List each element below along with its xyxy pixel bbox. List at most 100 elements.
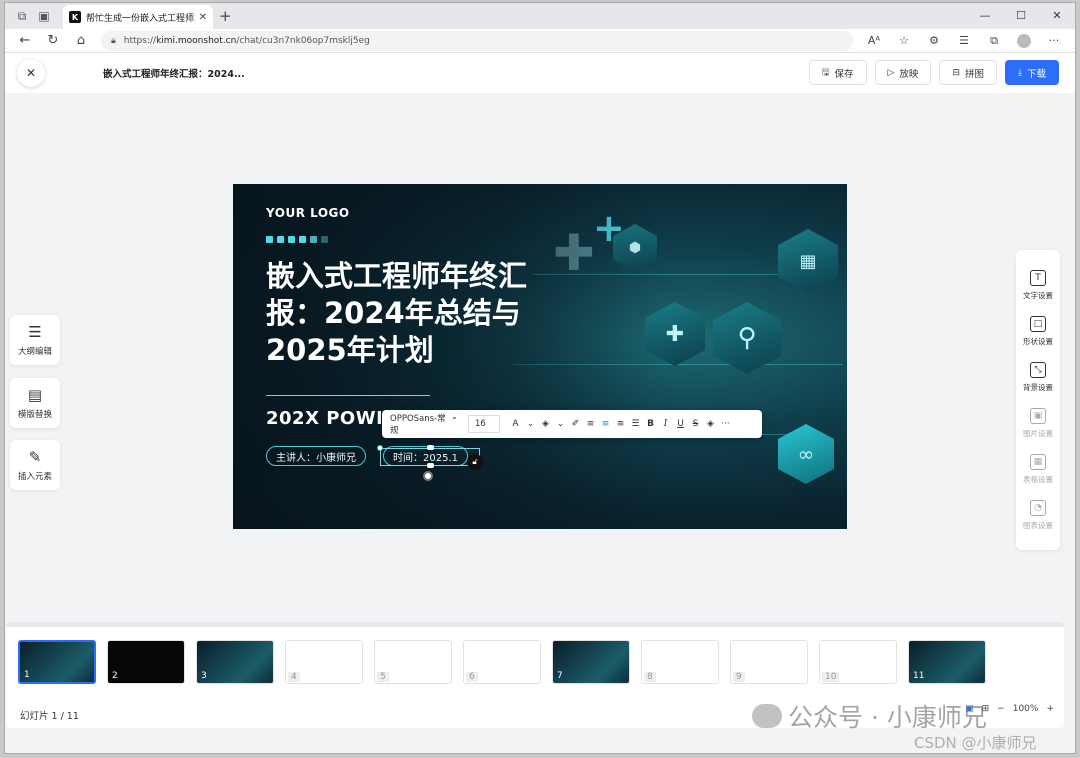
text-format-toolbar: OPPOSans-常规 ⌄ 16 A ⌄ ◈ ⌄ ✐ ≡ ≡ ≡ ☰ B I U … xyxy=(382,410,762,438)
highlight-icon[interactable]: ✐ xyxy=(568,419,583,429)
collage-button[interactable]: ⊟ 拼图 xyxy=(939,60,997,85)
maximize-icon[interactable]: ☐ xyxy=(1003,3,1039,27)
layers-icon[interactable]: ◈ xyxy=(703,419,718,429)
url-prefix: https:// xyxy=(123,35,157,46)
wechat-logo-icon xyxy=(752,704,782,728)
text-settings-button[interactable]: T 文字设置 xyxy=(1016,270,1060,301)
resize-handle[interactable] xyxy=(377,445,383,451)
fill-color-icon[interactable]: ◈ xyxy=(538,419,553,429)
url-domain: kimi.moonshot.cn xyxy=(156,35,237,46)
thumbnail-number: 6 xyxy=(466,672,478,682)
save-button[interactable]: 🖫︎ 保存 xyxy=(808,60,867,85)
wechat-watermark-text: 公众号 · 小康师兄 xyxy=(788,703,987,732)
back-icon[interactable]: ← xyxy=(11,33,39,48)
slide-thumbnail-5[interactable]: 5 xyxy=(374,640,452,684)
home-icon[interactable]: ⌂ xyxy=(67,33,95,48)
slide-thumbnail-10[interactable]: 10 xyxy=(819,640,897,684)
zoom-out-icon[interactable]: − xyxy=(997,704,1005,714)
download-button[interactable]: ⤓ 下载 xyxy=(1005,60,1059,85)
more-options-icon[interactable]: ··· xyxy=(718,419,733,429)
window-controls: — ☐ ✕ xyxy=(967,3,1075,27)
outline-edit-button[interactable]: ☰ 大纲编辑 xyxy=(10,315,60,365)
table-settings-button[interactable]: ▦ 表格设置 xyxy=(1016,454,1060,485)
profile-avatar[interactable] xyxy=(1009,33,1039,48)
tab-actions-icon[interactable]: ▣ xyxy=(33,5,55,27)
insert-element-button[interactable]: ✎ 插入元素 xyxy=(10,440,60,490)
slide-dots xyxy=(266,236,328,243)
read-aloud-icon[interactable]: Aᴬ xyxy=(859,34,889,48)
template-replace-button[interactable]: ▤ 模版替换 xyxy=(10,378,60,428)
slide-thumbnail-7[interactable]: 7 xyxy=(552,640,630,684)
close-editor-button[interactable]: ✕ xyxy=(17,59,45,87)
template-replace-label: 模版替换 xyxy=(17,410,52,420)
rotate-handle-icon[interactable] xyxy=(423,471,433,481)
minimize-icon[interactable]: — xyxy=(967,3,1003,27)
presenter-pill[interactable]: 主讲人：小康师兄 xyxy=(266,446,366,466)
font-select[interactable]: OPPOSans-常规 ⌄ xyxy=(390,412,464,436)
strip-resize-bar[interactable] xyxy=(6,622,1064,627)
thumbnail-number: 5 xyxy=(377,672,389,682)
lock-icon[interactable]: 🔓︎ xyxy=(467,454,483,470)
tab-title: 帮忙生成一份嵌入式工程师2024 xyxy=(86,13,195,24)
favorites-icon[interactable]: ☰ xyxy=(949,34,979,48)
favorite-add-icon[interactable]: ☆ xyxy=(889,34,919,48)
strikethrough-icon[interactable]: S xyxy=(688,419,703,429)
close-tab-icon[interactable]: ✕ xyxy=(199,12,207,23)
chevron-down-icon[interactable]: ⌄ xyxy=(523,419,538,429)
chevron-down-icon[interactable]: ⌄ xyxy=(553,419,568,429)
thumbnail-number: 8 xyxy=(644,672,656,682)
slide-thumbnail-6[interactable]: 6 xyxy=(463,640,541,684)
align-center-icon[interactable]: ≡ xyxy=(598,419,613,429)
align-right-icon[interactable]: ≡ xyxy=(613,419,628,429)
thumbnail-number: 1 xyxy=(24,670,30,680)
slide-thumbnail-9[interactable]: 9 xyxy=(730,640,808,684)
background-icon: ⤡ xyxy=(1030,362,1046,378)
presenter-text: 主讲人：小康师兄 xyxy=(276,452,356,464)
resize-handle[interactable] xyxy=(427,463,434,468)
new-tab-icon[interactable]: + xyxy=(219,7,232,25)
slide-thumbnail-4[interactable]: 4 xyxy=(285,640,363,684)
chart-settings-label: 图表设置 xyxy=(1023,521,1053,530)
slide-thumbnail-11[interactable]: 11 xyxy=(908,640,986,684)
close-window-icon[interactable]: ✕ xyxy=(1039,3,1075,27)
zoom-in-icon[interactable]: + xyxy=(1046,704,1054,714)
align-justify-icon[interactable]: ☰ xyxy=(628,419,643,429)
slide-logo[interactable]: YOUR LOGO xyxy=(266,206,350,220)
save-label: 保存 xyxy=(834,68,854,80)
url-field[interactable]: 🔒︎ https:// kimi.moonshot.cn /chat/cu3n7… xyxy=(101,30,853,51)
font-size-input[interactable]: 16 xyxy=(468,415,500,433)
slide-canvas[interactable]: + ✚ ⬢ ▦ ✚ ⚲ ∞ YOUR LOGO 嵌入式工程师年终汇 报：2024… xyxy=(233,184,847,529)
bold-icon[interactable]: B xyxy=(643,419,658,429)
chart-settings-button[interactable]: ◔ 图表设置 xyxy=(1016,500,1060,531)
url-path: /chat/cu3n7nk06op7msklj5eg xyxy=(236,35,370,46)
slide-thumbnail-3[interactable]: 3 xyxy=(196,640,274,684)
shape-settings-button[interactable]: □ 形状设置 xyxy=(1016,316,1060,347)
slide-subtitle[interactable]: 202X POWE xyxy=(266,408,381,429)
extensions-icon[interactable]: ⚙ xyxy=(919,34,949,48)
browser-tab[interactable]: K 帮忙生成一份嵌入式工程师2024 ✕ xyxy=(63,5,213,29)
refresh-icon[interactable]: ↻ xyxy=(39,33,67,48)
slide-thumbnail-8[interactable]: 8 xyxy=(641,640,719,684)
zoom-level[interactable]: 100% xyxy=(1013,704,1039,714)
resize-handle[interactable] xyxy=(427,445,434,450)
image-settings-button[interactable]: ▣ 图片设置 xyxy=(1016,408,1060,439)
background-settings-button[interactable]: ⤡ 背景设置 xyxy=(1016,362,1060,393)
download-label: 下载 xyxy=(1026,68,1046,80)
play-icon: ▷ xyxy=(887,67,895,78)
slide-thumbnail-1[interactable]: 1 xyxy=(18,640,96,684)
table-icon: ▦ xyxy=(1030,454,1046,470)
workspaces-icon[interactable]: ⧉ xyxy=(11,5,33,27)
collections-icon[interactable]: ⧉ xyxy=(979,34,1009,48)
more-icon[interactable]: ··· xyxy=(1039,34,1069,48)
slide-thumbnail-2[interactable]: 2 xyxy=(107,640,185,684)
underline-icon[interactable]: U xyxy=(673,419,688,429)
italic-icon[interactable]: I xyxy=(658,419,673,429)
font-color-icon[interactable]: A xyxy=(508,419,523,429)
play-button[interactable]: ▷ 放映 xyxy=(874,60,932,85)
chart-icon: ◔ xyxy=(1030,500,1046,516)
slide-title[interactable]: 嵌入式工程师年终汇 报：2024年总结与 2025年计划 xyxy=(266,258,566,368)
align-left-icon[interactable]: ≡ xyxy=(583,419,598,429)
slide-title-line-2: 报：2024年总结与 xyxy=(266,295,521,330)
save-icon: 🖫︎ xyxy=(821,67,830,78)
play-label: 放映 xyxy=(899,68,919,80)
